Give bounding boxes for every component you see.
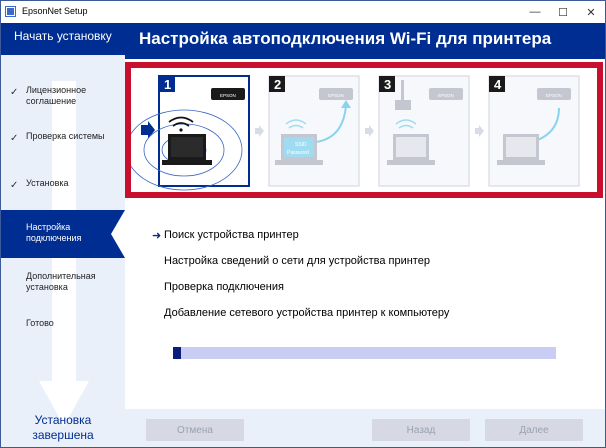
sidebar-step-system-check: ✓ Проверка системы [1, 131, 125, 145]
panel-2: 2 EPSON SSID Password [268, 75, 360, 187]
check-icon: ✓ [10, 133, 19, 144]
active-step-pointer [111, 210, 125, 258]
task-item: Добавление сетевого устройства принтер к… [164, 307, 450, 319]
installer-window: EpsonNet Setup — ☐ ✕ Начать установку ✓ … [0, 0, 606, 448]
task-item: Настройка сведений о сети для устройства… [164, 255, 430, 267]
sidebar-step-label: Настройка подключения [26, 222, 82, 243]
panel-number: 4 [494, 77, 502, 92]
panel-number: 1 [164, 77, 171, 92]
panel-4: 4 EPSON [488, 75, 580, 187]
sidebar-step-label: Установка [26, 178, 69, 188]
minimize-button[interactable]: — [521, 1, 549, 23]
current-step-arrow-icon [141, 121, 155, 139]
ssid-label: SSID [295, 142, 307, 148]
panel-number: 3 [384, 77, 391, 92]
panel-number: 2 [274, 77, 281, 92]
sidebar: Начать установку ✓ Лицензионное соглашен… [1, 23, 125, 447]
cancel-button[interactable]: Отмена [146, 419, 244, 441]
svg-text:EPSON: EPSON [546, 93, 562, 98]
sidebar-step-label: Дополнительная установка [26, 271, 96, 292]
sidebar-step-connection: Настройка подключения [1, 210, 125, 258]
next-button[interactable]: Далее [485, 419, 583, 441]
wifi-setup-illustration: 1 EPSON 2 EPSON SSID Password 3 EPSON 4 … [125, 62, 603, 198]
back-button[interactable]: Назад [372, 419, 470, 441]
sidebar-step-extra-install: Дополнительная установка [1, 271, 125, 295]
current-task-arrow-icon: ➜ [152, 230, 162, 242]
sidebar-footer: Установка завершена [32, 413, 94, 442]
progress-bar-fill [173, 347, 181, 359]
printer-brand: EPSON [220, 93, 236, 98]
router-icon [395, 100, 411, 110]
sidebar-step-license: ✓ Лицензионное соглашение [1, 85, 125, 109]
check-icon: ✓ [10, 180, 19, 191]
password-label: Password [287, 150, 309, 156]
sidebar-title: Начать установку [1, 23, 125, 55]
page-title: Настройка автоподключения Wi-Fi для прин… [125, 23, 605, 59]
app-icon [5, 6, 16, 17]
svg-text:EPSON: EPSON [438, 93, 454, 98]
sidebar-step-install: ✓ Установка [1, 178, 125, 192]
title-bar[interactable]: EpsonNet Setup — ☐ ✕ [1, 1, 605, 23]
window-title: EpsonNet Setup [22, 6, 88, 16]
task-item: Проверка подключения [164, 281, 284, 293]
illustration-canvas: 1 EPSON 2 EPSON SSID Password 3 EPSON 4 … [131, 75, 580, 191]
sidebar-step-label: Проверка системы [26, 131, 105, 141]
sidebar-step-label: Лицензионное соглашение [26, 85, 87, 106]
panel-3: 3 EPSON [378, 75, 470, 187]
svg-text:EPSON: EPSON [328, 93, 344, 98]
check-icon: ✓ [10, 87, 19, 98]
task-item: Поиск устройства принтер [164, 229, 299, 241]
progress-bar [173, 347, 556, 359]
sidebar-step-label: Готово [26, 318, 54, 328]
sidebar-step-done: Готово [1, 318, 125, 332]
close-button[interactable]: ✕ [577, 1, 605, 23]
maximize-button[interactable]: ☐ [549, 1, 577, 23]
router-antenna-icon [401, 80, 404, 102]
